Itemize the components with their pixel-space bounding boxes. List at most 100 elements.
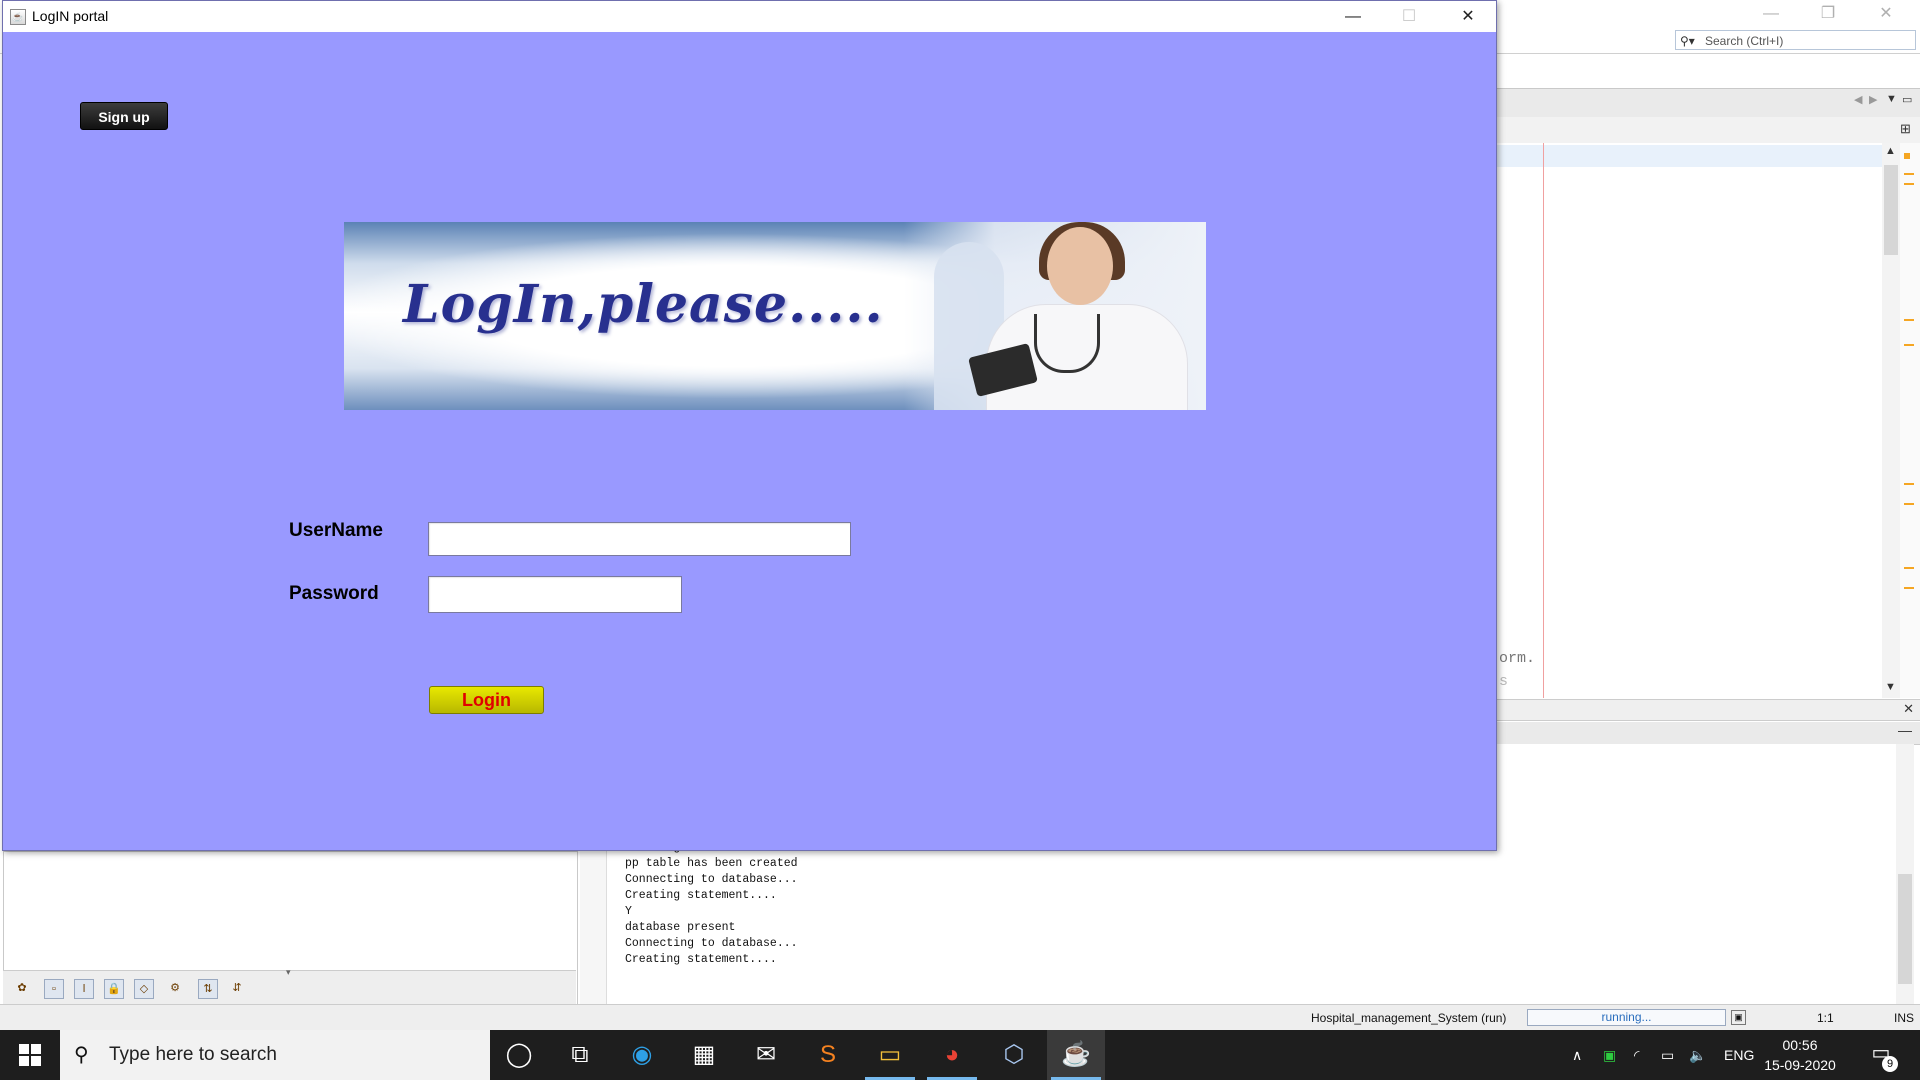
running-project-label: Hospital_management_System (run): [1311, 1011, 1507, 1025]
scrollbar-thumb[interactable]: [1898, 874, 1912, 984]
ide-search-input[interactable]: ⚲▾ Search (Ctrl+I): [1675, 30, 1916, 50]
battery-icon[interactable]: ▭: [1661, 1030, 1674, 1080]
caret-position: 1:1: [1817, 1011, 1834, 1025]
settings-icon[interactable]: ⚙: [166, 979, 184, 997]
login-titlebar[interactable]: ☕ LogIN portal — ☐ ✕: [3, 1, 1496, 32]
output-log: Creating statement.... pp table has been…: [625, 840, 798, 968]
chevron-up-icon[interactable]: ∧: [1572, 1030, 1582, 1080]
output-scrollbar[interactable]: [1896, 744, 1914, 1004]
notification-icon[interactable]: ▭ 9: [1866, 1040, 1898, 1072]
banner-caption: LogIn,please.....: [403, 274, 884, 335]
doctor-face: [1047, 227, 1113, 305]
code-fragment: s: [1499, 673, 1509, 690]
editor-scrollbar[interactable]: ▲ ▼: [1882, 143, 1900, 698]
window-title: LogIN portal: [32, 8, 109, 24]
lock-icon[interactable]: 🔒: [104, 979, 124, 999]
scroll-down-icon[interactable]: ▼: [1885, 681, 1896, 693]
output-line: Connecting to database...: [625, 873, 798, 886]
filter-icon[interactable]: ✿: [13, 979, 31, 997]
scrollbar-thumb[interactable]: [1884, 165, 1898, 255]
fields-icon[interactable]: ▫: [44, 979, 64, 999]
scroll-up-icon[interactable]: ▲: [1885, 145, 1896, 157]
marker[interactable]: [1904, 344, 1914, 346]
output-tabs: —: [1497, 722, 1920, 745]
marker[interactable]: [1904, 587, 1914, 589]
username-input[interactable]: [428, 522, 851, 556]
output-line: Creating statement....: [625, 889, 777, 902]
stethoscope-icon: [1034, 314, 1100, 373]
marker[interactable]: [1904, 567, 1914, 569]
signup-button[interactable]: Sign up: [80, 102, 168, 130]
password-input[interactable]: [428, 576, 682, 613]
ide-minimize-button[interactable]: —: [1743, 0, 1799, 30]
search-icon: ⚲: [74, 1044, 89, 1066]
cortana-icon[interactable]: ◯: [490, 1030, 548, 1080]
login-banner-image: LogIn,please.....: [344, 222, 1206, 410]
tab-scroll-left-icon[interactable]: ◀: [1854, 93, 1862, 106]
wifi-icon[interactable]: ◜: [1634, 1030, 1639, 1080]
minimize-button[interactable]: —: [1325, 1, 1381, 32]
close-icon[interactable]: ✕: [1903, 701, 1914, 717]
notification-badge: 9: [1882, 1056, 1898, 1072]
tab-list-dropdown-icon[interactable]: ▼: [1886, 93, 1897, 105]
output-line: Connecting to database...: [625, 937, 798, 950]
insert-mode: INS: [1894, 1011, 1915, 1025]
java-icon[interactable]: ☕: [1047, 1030, 1105, 1080]
output-line: database present: [625, 921, 736, 934]
output-line: pp table has been created: [625, 857, 798, 870]
static-members-icon[interactable]: ǀ: [74, 979, 94, 999]
chevron-down-icon[interactable]: ▾: [286, 967, 291, 978]
inherited-icon[interactable]: ◇: [134, 979, 154, 999]
progress-bar[interactable]: running...: [1527, 1009, 1726, 1026]
store-icon[interactable]: ▦: [675, 1030, 733, 1080]
stop-process-icon[interactable]: ▣: [1731, 1010, 1746, 1025]
right-margin-line: [1543, 143, 1544, 698]
sublime-icon[interactable]: S: [799, 1030, 857, 1080]
ide-close-button[interactable]: ✕: [1858, 0, 1914, 30]
mail-icon[interactable]: ✉: [737, 1030, 795, 1080]
ide-editor-toolbar: ⊞: [1497, 117, 1920, 144]
marker[interactable]: [1904, 183, 1914, 185]
java-app-icon: ☕: [10, 9, 26, 25]
volume-icon[interactable]: 🔈: [1689, 1030, 1706, 1080]
task-view-icon[interactable]: ⧉: [551, 1030, 609, 1080]
close-button[interactable]: ✕: [1440, 1, 1496, 32]
sort-source-icon[interactable]: ⇵: [228, 979, 246, 997]
marker[interactable]: [1904, 173, 1914, 175]
taskbar-search-box[interactable]: ⚲ Type here to search: [60, 1030, 490, 1080]
edge-icon[interactable]: ◉: [613, 1030, 671, 1080]
marker[interactable]: [1904, 319, 1914, 321]
login-window: ☕ LogIN portal — ☐ ✕ Sign up LogIn,pleas…: [2, 0, 1497, 851]
marker[interactable]: [1904, 483, 1914, 485]
output-line: Y: [625, 905, 632, 918]
file-explorer-icon[interactable]: ▭: [861, 1030, 919, 1080]
code-fragment: orm.: [1499, 650, 1536, 667]
navigator-toolbar: ✿ ▫ ǀ 🔒 ◇ ⚙ ⇅ ⇵ ▾: [3, 967, 576, 1005]
marker[interactable]: [1904, 503, 1914, 505]
ide-statusbar: Hospital_management_System (run) running…: [0, 1004, 1920, 1031]
error-stripe: [1900, 143, 1920, 698]
marker[interactable]: [1904, 153, 1910, 159]
code-editor[interactable]: [1497, 143, 1882, 698]
chrome-icon[interactable]: ◕: [923, 1030, 981, 1080]
clock-time: 00:56: [1782, 1037, 1818, 1053]
ide-restore-button[interactable]: ❐: [1800, 0, 1856, 30]
maximize-editor-icon[interactable]: ▭: [1902, 93, 1912, 106]
windows-logo-icon: [19, 1044, 29, 1054]
minimize-panel-icon[interactable]: —: [1898, 722, 1912, 738]
maximize-button[interactable]: ☐: [1381, 1, 1437, 32]
language-indicator[interactable]: ENG: [1724, 1030, 1754, 1080]
password-label: Password: [289, 583, 379, 604]
login-button[interactable]: Login: [429, 686, 544, 714]
nvidia-icon[interactable]: ▣: [1603, 1030, 1616, 1080]
clock[interactable]: 00:56 15-09-2020: [1760, 1035, 1840, 1075]
clock-date: 15-09-2020: [1764, 1057, 1836, 1073]
split-editor-icon[interactable]: ⊞: [1900, 121, 1911, 137]
sort-name-icon[interactable]: ⇅: [198, 979, 218, 999]
start-button[interactable]: [0, 1030, 60, 1080]
tab-scroll-right-icon[interactable]: ▶: [1869, 93, 1877, 106]
username-label: UserName: [289, 520, 383, 541]
windows-taskbar: ⚲ Type here to search ◯ ⧉ ◉ ▦ ✉ S ▭ ◕ ⬡ …: [0, 1030, 1920, 1080]
ide-editor-tabs: ◀ ▶ ▼ ▭: [1497, 88, 1920, 118]
app-cube-icon[interactable]: ⬡: [985, 1030, 1043, 1080]
